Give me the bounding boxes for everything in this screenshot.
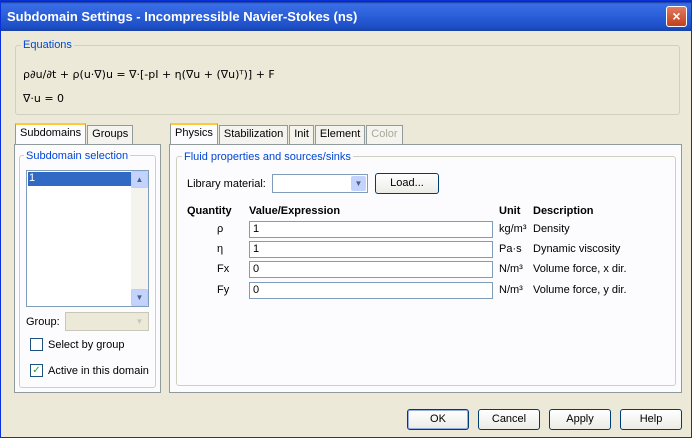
tab-subdomains[interactable]: Subdomains (15, 123, 87, 144)
desc-viscosity: Dynamic viscosity (533, 243, 621, 255)
select-by-group-checkbox[interactable]: Select by group (30, 338, 124, 351)
force-x-input[interactable]: 0 (249, 261, 493, 278)
header-quantity: Quantity (187, 205, 232, 217)
quantity-rho: ρ (217, 223, 224, 235)
chevron-down-icon: ▼ (351, 176, 366, 191)
ok-button[interactable]: OK (407, 409, 469, 430)
library-material-select[interactable]: ▼ (272, 174, 368, 193)
scroll-up-icon[interactable]: ▲ (131, 171, 148, 188)
select-by-group-label: Select by group (48, 338, 125, 351)
unit-viscosity: Pa·s (499, 243, 522, 255)
subdomain-settings-dialog: Subdomain Settings - Incompressible Navi… (0, 0, 692, 438)
quantity-fy: Fy (217, 284, 230, 296)
tab-init[interactable]: Init (289, 125, 314, 144)
tab-physics[interactable]: Physics (170, 123, 218, 144)
listbox-scrollbar[interactable]: ▲ ▼ (131, 171, 148, 306)
scroll-down-icon[interactable]: ▼ (131, 289, 148, 306)
equations-legend: Equations (21, 39, 74, 51)
chevron-down-icon: ▼ (132, 314, 147, 329)
active-in-domain-label: Active in this domain (48, 364, 149, 377)
close-button[interactable]: × (666, 6, 687, 27)
apply-button[interactable]: Apply (549, 409, 611, 430)
help-button[interactable]: Help (620, 409, 682, 430)
group-label: Group: (26, 316, 60, 328)
unit-density: kg/m³ (499, 223, 527, 235)
header-value: Value/Expression (249, 205, 341, 217)
quantity-fx: Fx (217, 263, 230, 275)
list-item[interactable]: 1 (28, 172, 131, 186)
desc-density: Density (533, 223, 570, 235)
header-unit: Unit (499, 205, 521, 217)
checkbox-box[interactable] (30, 338, 43, 351)
load-button[interactable]: Load... (375, 173, 439, 194)
density-input[interactable]: 1 (249, 221, 493, 238)
force-y-input[interactable]: 0 (249, 282, 493, 299)
subdomain-listbox[interactable]: 1 ▲ ▼ (26, 170, 149, 307)
active-in-domain-checkbox[interactable]: ✓ Active in this domain (30, 364, 149, 377)
library-material-label: Library material: (187, 178, 266, 190)
fluid-properties-legend: Fluid properties and sources/sinks (182, 151, 353, 163)
tab-element[interactable]: Element (314, 125, 366, 144)
right-tab-strip: Physics Stabilization Init Element Color (170, 123, 404, 146)
title-bar: Subdomain Settings - Incompressible Navi… (1, 1, 691, 31)
tab-groups[interactable]: Groups (87, 125, 134, 144)
group-select[interactable]: ▼ (65, 312, 149, 331)
viscosity-input[interactable]: 1 (249, 241, 493, 258)
equation-momentum: ρ∂u/∂t + ρ(u·∇)u = ∇·[-pI + η(∇u + (∇u)ᵀ… (23, 68, 275, 81)
desc-force-x: Volume force, x dir. (533, 263, 627, 275)
equation-continuity: ∇·u = 0 (23, 92, 65, 105)
tab-stabilization[interactable]: Stabilization (218, 125, 289, 144)
unit-force-x: N/m³ (499, 263, 523, 275)
left-tab-strip: Subdomains Groups (15, 123, 134, 146)
quantity-eta: η (217, 243, 224, 255)
unit-force-y: N/m³ (499, 284, 523, 296)
checkmark-icon[interactable]: ✓ (30, 364, 43, 377)
subdomain-selection-legend: Subdomain selection (24, 150, 131, 162)
cancel-button[interactable]: Cancel (478, 409, 540, 430)
header-description: Description (533, 205, 594, 217)
tab-color: Color (366, 125, 403, 144)
desc-force-y: Volume force, y dir. (533, 284, 627, 296)
window-title: Subdomain Settings - Incompressible Navi… (7, 9, 358, 24)
